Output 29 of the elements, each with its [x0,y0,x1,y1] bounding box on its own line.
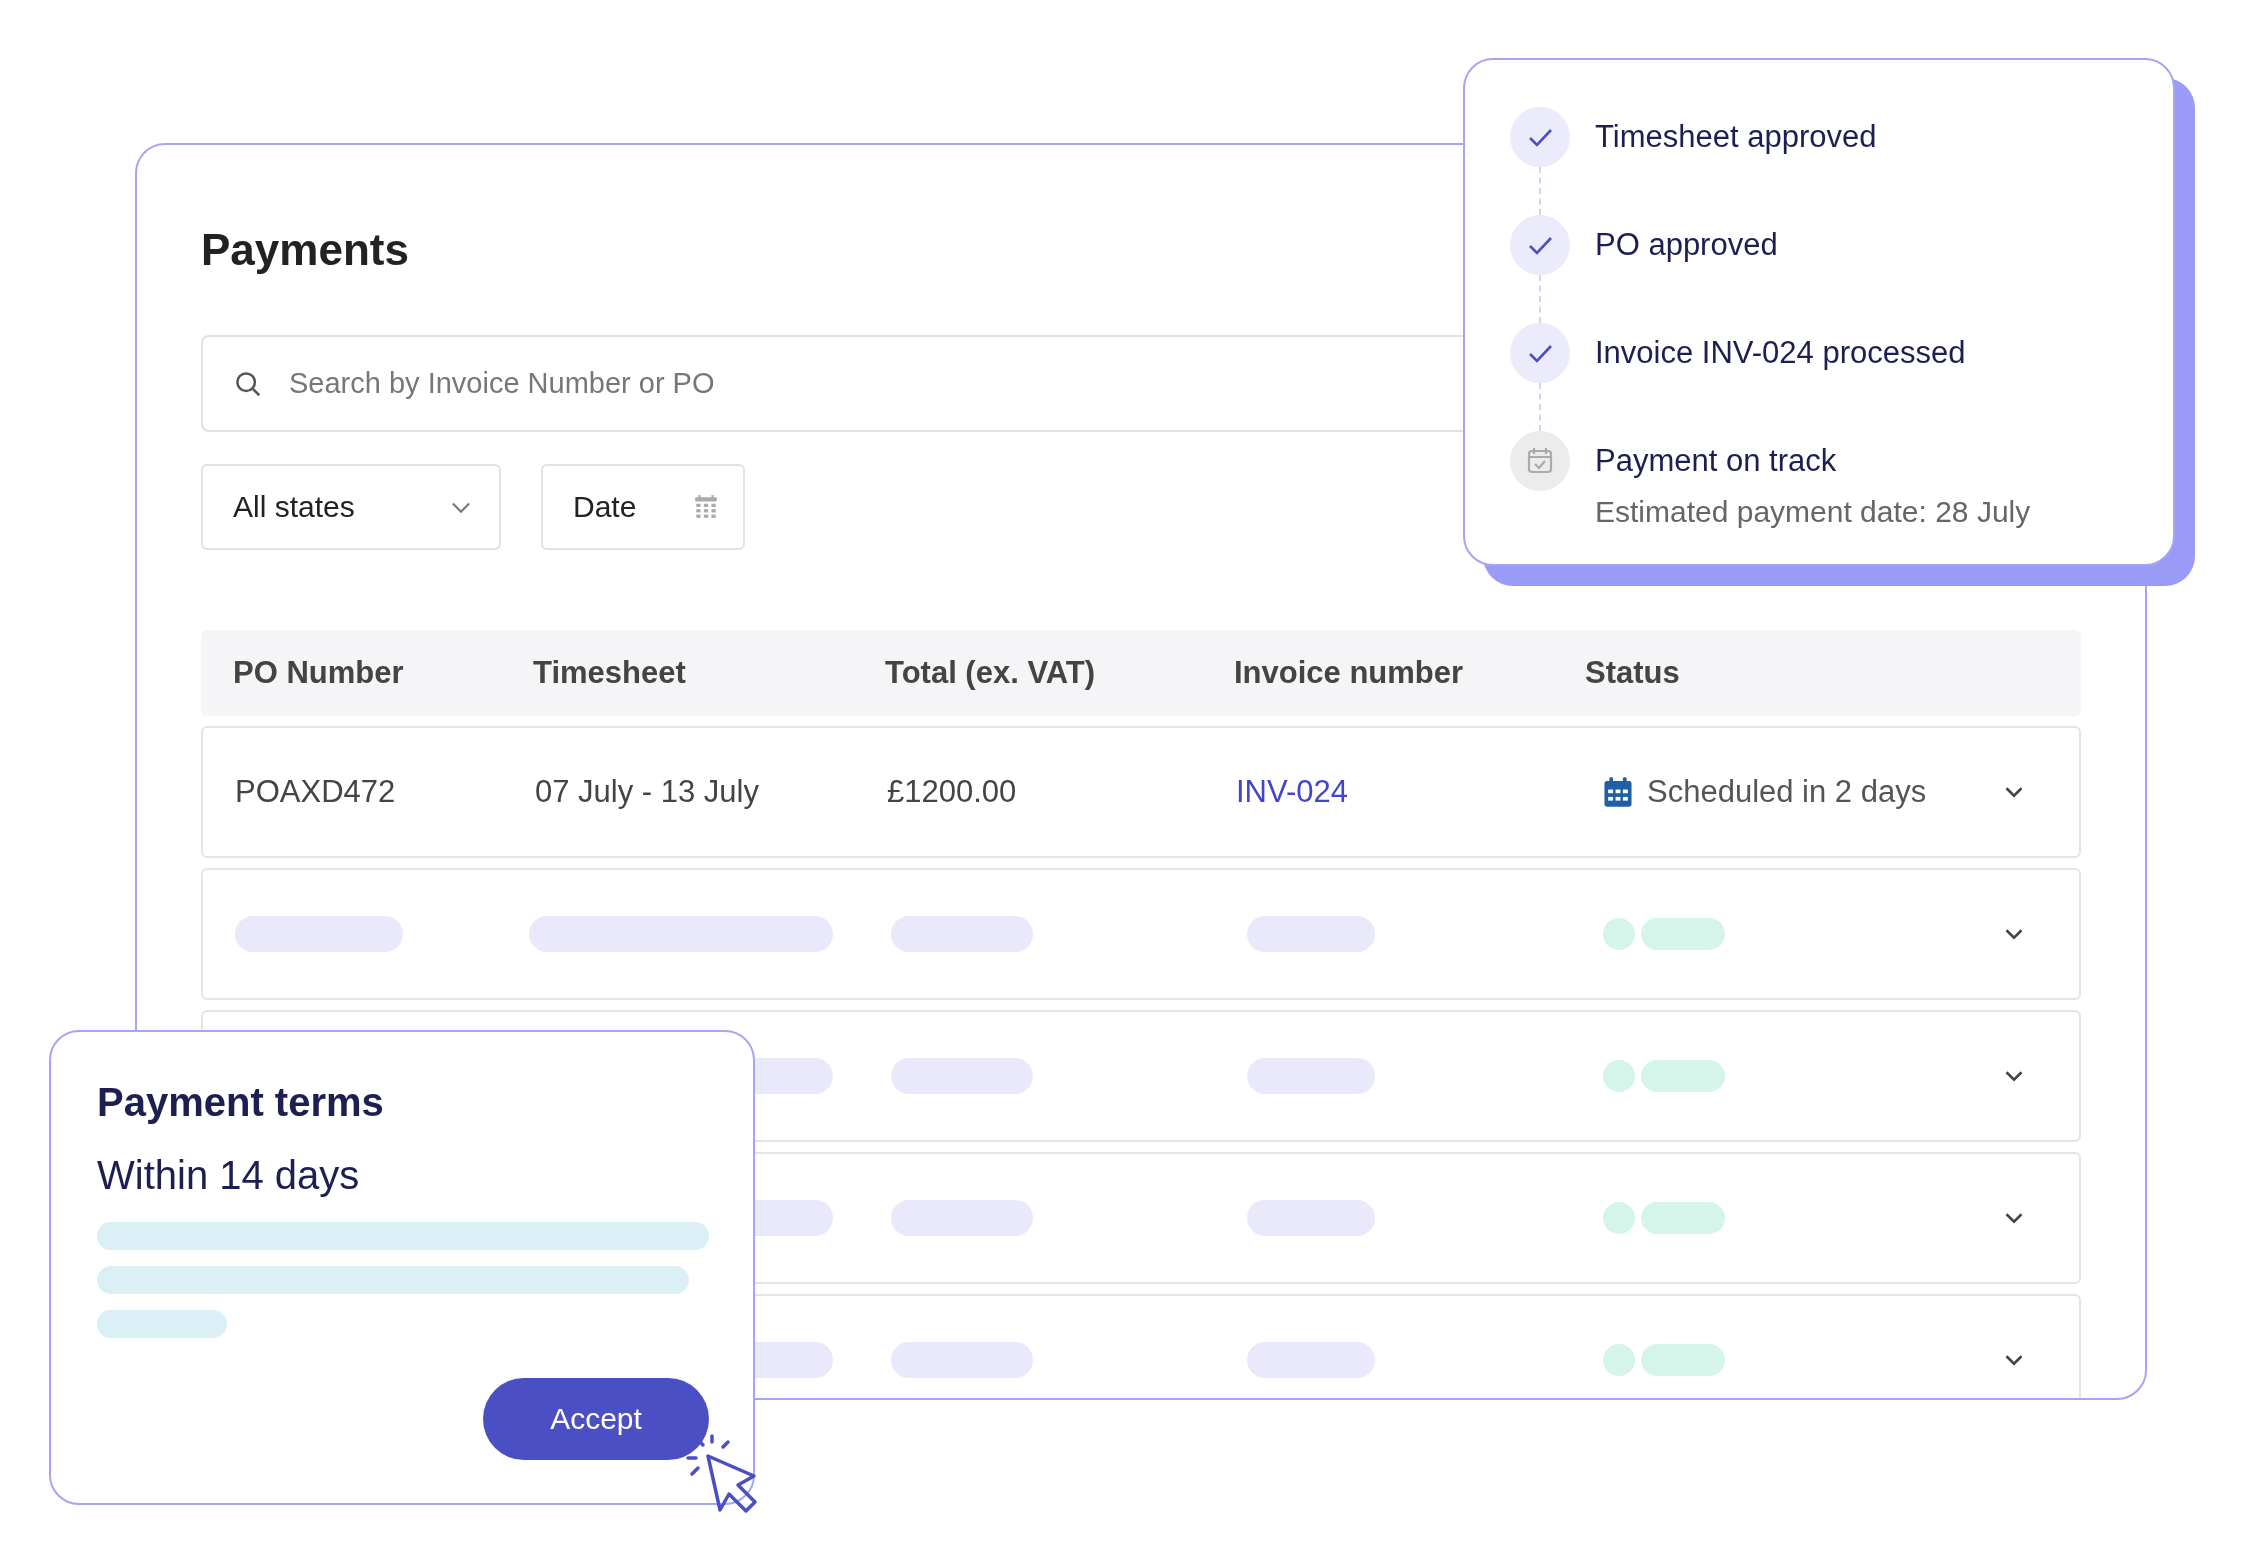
terms-value: Within 14 days [97,1153,360,1198]
accept-button[interactable]: Accept [483,1378,709,1460]
search-icon [233,369,263,399]
step-label: Payment on track [1595,443,1838,479]
skeleton-dot [1603,1060,1635,1092]
step-detail: Estimated payment date: 28 July [1595,495,2031,529]
column-header: Timesheet [533,655,687,691]
total-cell-text: £1200.00 [887,774,1018,810]
date-filter[interactable]: Date [541,464,745,550]
column-header: Status [1585,655,1681,691]
invoice-link[interactable]: INV-024 [1236,774,1348,810]
step-label: Timesheet approved [1595,119,1877,155]
calendar-icon [693,494,719,520]
timesheet-cell-text: 07 July - 13 July [535,774,760,810]
table-row[interactable]: POAXD472 07 July - 13 July £1200.00 INV-024 Scheduled in 2 days [201,726,2081,858]
status-text: Scheduled in 2 days [1647,774,1927,810]
skeleton-dot [1603,918,1635,950]
calendar-icon [1603,776,1633,808]
column-header: PO Number [233,655,405,691]
skeleton-dot [1603,1202,1635,1234]
po-number-cell-text: POAXD472 [235,774,397,810]
state-dropdown[interactable]: All states [201,464,501,550]
column-header: Invoice number [1234,655,1465,691]
card-title: Payment terms [97,1080,385,1125]
step-label: PO approved [1595,227,1778,263]
step-label: Invoice INV-024 processed [1595,335,1966,371]
page-title: Payments [201,225,409,275]
skeleton-dot [1603,1344,1635,1376]
column-header: Total (ex. VAT) [885,655,1097,691]
